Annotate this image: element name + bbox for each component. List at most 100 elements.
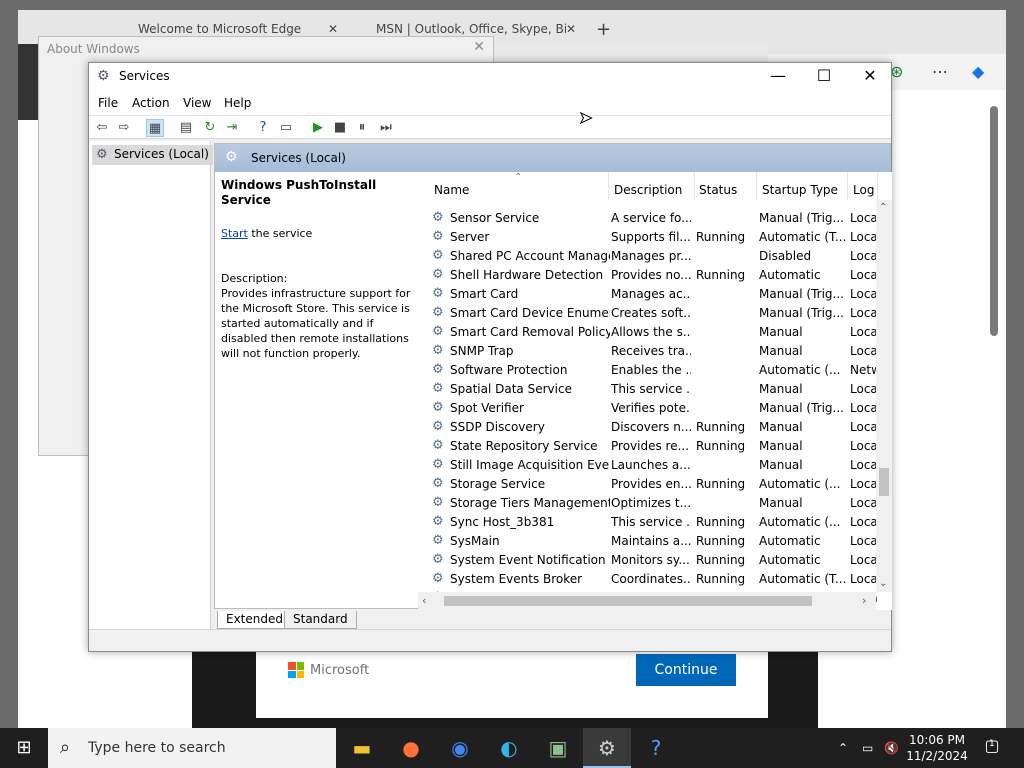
horizontal-scrollbar[interactable]: ‹ ›	[418, 592, 876, 610]
table-row[interactable]: ⚙ State Repository Service Provides re... R…	[418, 437, 878, 456]
status-bar	[89, 629, 891, 651]
network-icon[interactable]: ▭	[862, 728, 873, 768]
search-icon: ⌕	[60, 737, 71, 758]
help-icon[interactable]: ?	[254, 119, 272, 137]
column-log-on-as[interactable]: Log	[848, 172, 878, 200]
service-name: Still Image Acquisition Events	[450, 458, 610, 472]
close-icon[interactable]: ✕	[473, 39, 485, 55]
table-row[interactable]: ⚙ Smart Card Device Enumera...Creates sof…	[418, 304, 878, 323]
service-startup-type: Automatic (...	[759, 363, 841, 377]
help-app-icon[interactable]: ?	[632, 728, 680, 768]
service-log-on-as: Loca	[850, 458, 878, 472]
console-icon[interactable]: ▭	[277, 119, 295, 137]
table-row[interactable]: ⚙ Sync Host_3b381 This service ... Running A…	[418, 513, 878, 532]
table-row[interactable]: ⚙ Smart Card Removal Policy Allows the s..…	[418, 323, 878, 342]
pause-service-icon[interactable]: ⏸	[353, 119, 371, 137]
export-list-icon[interactable]: ⇥	[223, 119, 241, 137]
taskbar-search[interactable]: ⌕ Type here to search	[48, 728, 336, 768]
firefox-icon[interactable]: ●	[387, 728, 435, 768]
menu-file[interactable]: File	[98, 96, 118, 110]
menu-action[interactable]: Action	[132, 96, 170, 110]
about-windows-title: About Windows	[47, 42, 140, 56]
close-icon[interactable]: ✕	[328, 22, 338, 36]
table-row[interactable]: ⚙ Sensor Service A service fo... Manual (Tr…	[418, 209, 878, 228]
service-log-on-as: Loca	[850, 287, 878, 301]
toolbar: ⇦ ⇨ ▦ ▤ ↻ ⇥ ? ▭ ▶ ■ ⏸ ⏭	[89, 115, 891, 139]
tab-standard[interactable]: Standard	[284, 611, 357, 629]
table-row[interactable]: ⚙ SNMP Trap Receives tra... Manual Loca	[418, 342, 878, 361]
service-startup-type: Manual (Trig...	[759, 211, 844, 225]
file-explorer-icon[interactable]: ▬	[338, 728, 386, 768]
table-row[interactable]: ⚙ Spot Verifier Verifies pote... Manual (Tr…	[418, 399, 878, 418]
service-gear-icon: ⚙	[432, 229, 444, 244]
horizontal-scroll-thumb[interactable]	[444, 596, 812, 606]
microsoft-logo-icon	[288, 662, 304, 678]
chrome-icon[interactable]: ◉	[436, 728, 484, 768]
clock[interactable]: 10:06 PM 11/2/2024	[902, 732, 972, 764]
back-arrow-icon[interactable]: ⇦	[93, 119, 111, 137]
service-description-cell: This service ...	[611, 382, 691, 396]
table-row[interactable]: ⚙ System Event Notification S...Monitors …	[418, 551, 878, 570]
service-gear-icon: ⚙	[432, 267, 444, 282]
scroll-down-icon[interactable]: ⌄	[879, 578, 887, 589]
refresh-icon[interactable]: ↻	[201, 119, 219, 137]
title-bar[interactable]: ⚙ Services — ☐ ✕	[89, 63, 891, 91]
notification-count: 1	[989, 739, 995, 749]
edge-icon[interactable]: ◐	[485, 728, 533, 768]
vertical-scroll-thumb[interactable]	[879, 468, 889, 496]
scroll-right-icon[interactable]: ›	[862, 594, 866, 607]
menu-view[interactable]: View	[183, 96, 211, 110]
table-row[interactable]: ⚙ Server Supports fil... Running Automatic (…	[418, 228, 878, 247]
table-row[interactable]: ⚙ Still Image Acquisition Events Launches …	[418, 456, 878, 475]
service-description-cell: Receives tra...	[611, 344, 691, 358]
menu-help[interactable]: Help	[224, 96, 251, 110]
continue-button[interactable]: Continue	[636, 654, 736, 686]
table-row[interactable]: ⚙ Storage Service Provides en... Running Aut…	[418, 475, 878, 494]
forward-arrow-icon[interactable]: ⇨	[115, 119, 133, 137]
properties-icon[interactable]: ▤	[177, 119, 195, 137]
table-row[interactable]: ⚙ SysMain Maintains a... Running Automatic Lo…	[418, 532, 878, 551]
table-row[interactable]: ⚙ Shell Hardware Detection Provides no... R…	[418, 266, 878, 285]
table-row[interactable]: ⚙ Shared PC Account Manager Manages pr... D…	[418, 247, 878, 266]
restart-service-icon[interactable]: ⏭	[377, 119, 395, 137]
services-taskbar-icon[interactable]: ⚙	[583, 728, 631, 768]
copilot-icon[interactable]: ◆	[972, 62, 984, 81]
table-row[interactable]: ⚙ SSDP Discovery Discovers n... Running Manu…	[418, 418, 878, 437]
scroll-left-icon[interactable]: ‹	[422, 594, 426, 607]
close-button[interactable]: ✕	[847, 63, 893, 91]
table-row[interactable]: ⚙ Software Protection Enables the ... Autom…	[418, 361, 878, 380]
more-icon[interactable]: ⋯	[932, 62, 948, 81]
service-log-on-as: Loca	[850, 420, 878, 434]
start-button[interactable]: ⊞	[0, 728, 48, 768]
column-status[interactable]: Status	[694, 172, 757, 200]
stop-service-icon[interactable]: ■	[331, 119, 349, 137]
column-name[interactable]: Name	[429, 172, 609, 200]
minimize-button[interactable]: —	[755, 63, 801, 91]
app-window-icon[interactable]: ▣	[534, 728, 582, 768]
column-startup-type[interactable]: Startup Type	[757, 172, 848, 200]
services-gear-icon: ⚙	[96, 147, 108, 162]
service-startup-type: Manual	[759, 382, 803, 396]
tab-extended[interactable]: Extended	[217, 611, 292, 629]
volume-muted-icon[interactable]: 🔇	[884, 728, 899, 768]
table-row[interactable]: ⚙ Smart Card Manages ac... Manual (Trig... L…	[418, 285, 878, 304]
table-row[interactable]: ⚙ Spatial Data Service This service ... Man…	[418, 380, 878, 399]
service-startup-type: Automatic (T...	[759, 230, 847, 244]
notifications-button[interactable]: ▢ 1	[980, 736, 1004, 760]
service-name: Smart Card Removal Policy	[450, 325, 610, 339]
vertical-scrollbar[interactable]: ⌃ ⌄	[876, 200, 892, 592]
show-tree-icon[interactable]: ▦	[146, 119, 164, 137]
scroll-up-icon[interactable]: ⌃	[879, 202, 887, 213]
close-icon[interactable]: ✕	[566, 22, 576, 36]
maximize-button[interactable]: ☐	[801, 63, 847, 91]
tree-item-services-local[interactable]: ⚙ Services (Local)	[92, 145, 213, 165]
show-hidden-icons-icon[interactable]: ⌃	[838, 728, 848, 768]
column-description[interactable]: Description	[609, 172, 695, 200]
start-service-icon[interactable]: ▶	[309, 119, 327, 137]
start-service-link[interactable]: Start	[221, 227, 248, 240]
table-row[interactable]: ⚙ System Events Broker Coordinates... Runni…	[418, 570, 878, 589]
service-name: Storage Tiers Management	[450, 496, 610, 510]
table-row[interactable]: ⚙ Storage Tiers Management Optimizes t... M…	[418, 494, 878, 513]
search-placeholder: Type here to search	[88, 740, 226, 756]
edge-scrollbar[interactable]	[990, 106, 998, 336]
